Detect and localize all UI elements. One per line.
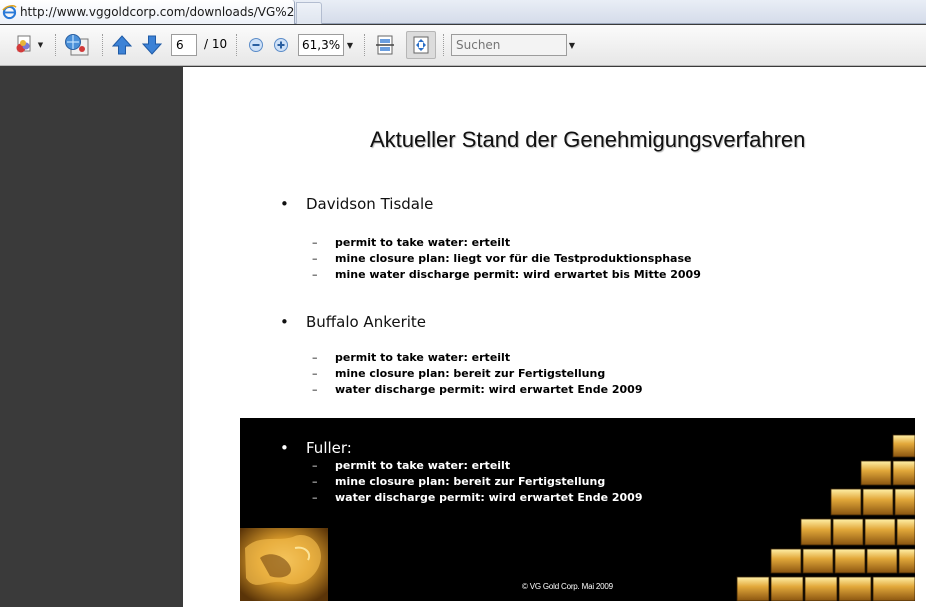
section-heading: • Davidson Tisdale — [280, 195, 433, 213]
list-item: – water discharge permit: wird erwartet E… — [312, 383, 642, 396]
list-item: – permit to take water: erteilt — [312, 459, 510, 472]
toolbar-separator — [102, 34, 104, 56]
gold-nugget-image — [240, 528, 328, 601]
list-item: – mine closure plan: bereit zur Fertigste… — [312, 475, 605, 488]
dash: – — [312, 459, 318, 472]
fit-page-button[interactable] — [406, 31, 436, 59]
fit-page-icon — [413, 36, 429, 54]
zoom-out-button[interactable] — [246, 33, 266, 57]
search-input[interactable] — [451, 34, 567, 56]
dash: – — [312, 268, 318, 281]
list-item-text: mine closure plan: bereit zur Fertigstel… — [335, 367, 606, 380]
dash: – — [312, 367, 318, 380]
new-tab-button[interactable] — [296, 2, 322, 24]
browser-tab-bar: http://www.vggoldcorp.com/downloads/VG%2… — [0, 0, 926, 24]
bullet: • — [280, 439, 289, 457]
next-page-icon — [142, 35, 162, 55]
create-pdf-icon — [16, 35, 31, 53]
dash: – — [312, 236, 318, 249]
list-item: – mine water discharge permit: wird erwar… — [312, 268, 701, 281]
collaborate-button[interactable] — [62, 33, 92, 57]
list-item-text: permit to take water: erteilt — [335, 236, 511, 249]
list-item-text: mine water discharge permit: wird erwart… — [335, 268, 701, 281]
list-item-text: water discharge permit: wird erwartet En… — [335, 491, 643, 504]
page-total: / 10 — [204, 37, 228, 51]
browser-tab[interactable]: http://www.vggoldcorp.com/downloads/VG%2… — [0, 0, 295, 24]
search-dropdown-button[interactable]: ▼ — [566, 34, 578, 56]
previous-page-icon — [112, 35, 132, 55]
list-item-text: water discharge permit: wird erwartet En… — [335, 383, 643, 396]
bullet: • — [280, 195, 289, 213]
dropdown-arrow-icon: ▼ — [37, 41, 44, 49]
create-button[interactable]: ▼ — [10, 33, 46, 57]
scrolling-mode-button[interactable] — [372, 33, 398, 57]
zoom-in-icon — [274, 38, 288, 52]
section-heading: • Buffalo Ankerite — [280, 313, 426, 331]
zoom-level-input[interactable] — [298, 34, 344, 56]
gold-bars-image — [736, 434, 915, 601]
dash: – — [312, 383, 318, 396]
list-item: – permit to take water: erteilt — [312, 236, 510, 249]
collaborate-icon — [65, 34, 89, 56]
zoom-out-icon — [249, 38, 263, 52]
dash: – — [312, 252, 318, 265]
toolbar-separator — [443, 34, 445, 56]
scrolling-mode-icon — [376, 35, 394, 55]
toolbar-separator — [236, 34, 238, 56]
list-item-text: mine closure plan: liegt vor für die Tes… — [335, 252, 692, 265]
zoom-in-button[interactable] — [271, 33, 291, 57]
copyright-footer: © VG Gold Corp. Mai 2009 — [522, 582, 613, 591]
section-name: Davidson Tisdale — [306, 195, 434, 213]
list-item-text: permit to take water: erteilt — [335, 351, 511, 364]
dash: – — [312, 351, 318, 364]
section-heading: • Fuller: — [280, 439, 352, 457]
list-item: – permit to take water: erteilt — [312, 351, 510, 364]
section-name: Fuller: — [306, 439, 352, 457]
list-item-text: permit to take water: erteilt — [335, 459, 511, 472]
section-name: Buffalo Ankerite — [306, 313, 427, 331]
pdf-toolbar: ▼ / 10 ▼ — [0, 25, 926, 66]
dash: – — [312, 475, 318, 488]
toolbar-separator — [55, 34, 57, 56]
slide-title: Aktueller Stand der Genehmigungsverfahre… — [370, 127, 806, 152]
ie-page-icon — [2, 5, 17, 20]
list-item-text: mine closure plan: bereit zur Fertigstel… — [335, 475, 606, 488]
previous-page-button[interactable] — [110, 33, 134, 57]
page-number-input[interactable] — [171, 34, 197, 56]
zoom-dropdown-button[interactable]: ▼ — [344, 34, 356, 56]
list-item: – mine closure plan: liegt vor für die Te… — [312, 252, 691, 265]
next-page-button[interactable] — [140, 33, 164, 57]
toolbar-separator — [364, 34, 366, 56]
dropdown-arrow-icon: ▼ — [568, 40, 576, 50]
list-item: – mine closure plan: bereit zur Fertigste… — [312, 367, 605, 380]
tab-title: http://www.vggoldcorp.com/downloads/VG%2… — [19, 5, 294, 19]
list-item: – water discharge permit: wird erwartet E… — [312, 491, 642, 504]
bullet: • — [280, 313, 289, 331]
dropdown-arrow-icon: ▼ — [346, 40, 354, 50]
dash: – — [312, 491, 318, 504]
